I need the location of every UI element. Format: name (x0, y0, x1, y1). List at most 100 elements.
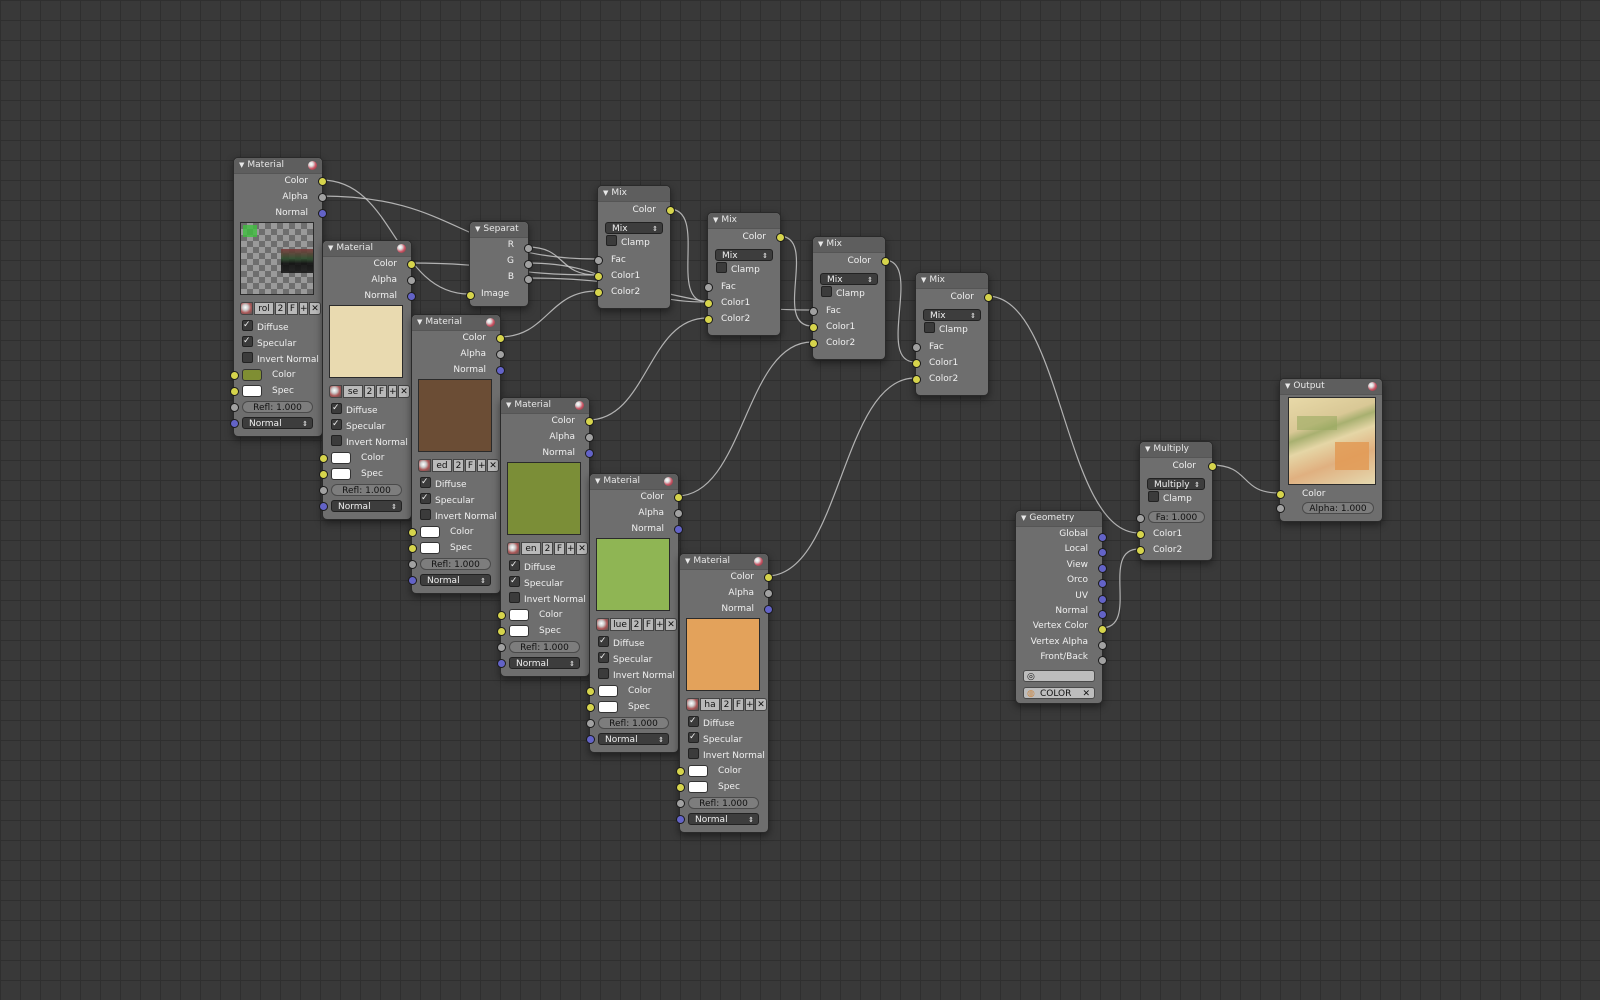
blend-mode-dropdown[interactable]: Multiply ⇕ (1147, 478, 1205, 490)
collapse-triangle-icon[interactable]: ▼ (506, 398, 511, 413)
checkbox-box[interactable] (688, 730, 699, 744)
socket-color1-in[interactable] (594, 272, 603, 281)
checkbox-box[interactable] (509, 558, 520, 572)
diffuse-checkbox[interactable]: Diffuse (242, 318, 289, 334)
diffuse-checkbox[interactable]: Diffuse (420, 475, 467, 491)
socket-alpha-in[interactable] (1276, 504, 1285, 513)
checkbox-box[interactable] (509, 574, 520, 588)
diffuse-checkbox[interactable]: Diffuse (509, 558, 556, 574)
mix-node[interactable]: ▼ Mix Color Mix ⇕ Clamp Fac Color1 Color2 (809, 236, 890, 360)
clamp-checkbox[interactable]: Clamp (716, 262, 760, 276)
socket-color-out[interactable] (881, 257, 890, 266)
node-header[interactable]: ▼ Geometry (1016, 511, 1102, 527)
socket-spec-in[interactable] (408, 544, 417, 553)
collapse-triangle-icon[interactable]: ▼ (1021, 511, 1026, 526)
socket-geometry-out[interactable] (1098, 548, 1107, 558)
refl-field[interactable]: Refl: 1.000 (420, 558, 491, 570)
material-users-count[interactable]: 2 (721, 698, 732, 711)
node-link[interactable] (986, 295, 1140, 534)
unlink-material-button[interactable]: ✕ (398, 385, 410, 398)
material-name-field[interactable]: rol (254, 302, 274, 315)
material-browse-bar[interactable]: lue 2 F + ✕ (596, 618, 677, 631)
socket-geometry-out[interactable] (1098, 594, 1107, 604)
socket-refl-in[interactable] (497, 643, 506, 652)
socket-geometry-out[interactable] (1098, 533, 1107, 542)
spec-swatch[interactable] (420, 542, 440, 554)
socket-color-out[interactable] (666, 206, 675, 215)
blend-mode-dropdown[interactable]: Mix ⇕ (715, 249, 773, 261)
mix-node[interactable]: ▼ Mix Color Mix ⇕ Clamp Fac Color1 Color2 (594, 185, 675, 309)
socket-alpha-out[interactable] (764, 589, 773, 598)
material-users-count[interactable]: 2 (275, 302, 286, 315)
node-link[interactable] (587, 317, 708, 421)
node-link[interactable] (668, 208, 708, 303)
node-header[interactable]: ▼ Material (412, 315, 500, 331)
material-users-count[interactable]: 2 (631, 618, 642, 631)
clamp-checkbox[interactable]: Clamp (1148, 491, 1192, 505)
specular-checkbox[interactable]: Specular (688, 730, 742, 746)
unlink-material-button[interactable]: ✕ (576, 542, 588, 555)
color-swatch[interactable] (420, 526, 440, 538)
uv-layer-field[interactable]: ◎ (1023, 670, 1095, 682)
material-browse-bar[interactable]: se 2 F + ✕ (329, 385, 410, 398)
specular-checkbox[interactable]: Specular (242, 334, 296, 350)
collapse-triangle-icon[interactable]: ▼ (603, 186, 608, 201)
socket-normal-in[interactable] (408, 576, 417, 585)
material-browse-icon[interactable] (418, 459, 431, 472)
socket-color1-in[interactable] (809, 323, 818, 332)
node-header[interactable]: ▼ Multiply (1140, 442, 1212, 458)
material-node[interactable]: ▼MaterialColorAlphaNormalha2F+✕DiffuseSp… (676, 553, 773, 833)
diffuse-checkbox[interactable]: Diffuse (598, 634, 645, 650)
socket-normal-out[interactable] (585, 449, 594, 458)
geometry-node[interactable]: ▼ Geometry Global Local View Orco UV Normal Vert… (1015, 510, 1107, 704)
material-browse-bar[interactable]: ha 2 F + ✕ (686, 698, 767, 711)
socket-color2-in[interactable] (912, 375, 921, 384)
socket-color-in[interactable] (1276, 490, 1285, 499)
checkbox-box[interactable] (331, 417, 342, 431)
socket-color2-in[interactable] (594, 288, 603, 297)
socket-refl-in[interactable] (319, 486, 328, 495)
checkbox-box[interactable] (420, 509, 431, 520)
diffuse-checkbox[interactable]: Diffuse (331, 401, 378, 417)
checkbox-box[interactable] (420, 491, 431, 505)
spec-swatch[interactable] (688, 781, 708, 793)
socket-color2-in[interactable] (809, 339, 818, 348)
material-preview-icon[interactable] (754, 557, 763, 566)
material-browse-icon[interactable] (507, 542, 520, 555)
checkbox-box[interactable] (331, 401, 342, 415)
invert-normal-checkbox[interactable]: Invert Normal (688, 748, 765, 762)
blend-mode-dropdown[interactable]: Mix ⇕ (605, 222, 663, 234)
specular-checkbox[interactable]: Specular (598, 650, 652, 666)
color-swatch[interactable] (598, 685, 618, 697)
refl-field[interactable]: Refl: 1.000 (598, 717, 669, 729)
fake-user-button[interactable]: F (287, 302, 298, 315)
material-preview-icon[interactable] (575, 401, 584, 410)
collapse-triangle-icon[interactable]: ▼ (818, 237, 823, 252)
refl-field[interactable]: Refl: 1.000 (242, 401, 313, 413)
node-header[interactable]: ▼ Mix (813, 237, 885, 253)
socket-color-out[interactable] (776, 233, 785, 242)
collapse-triangle-icon[interactable]: ▼ (1145, 442, 1150, 457)
node-header[interactable]: ▼ Mix (708, 213, 780, 229)
socket-geometry-out[interactable] (1098, 579, 1107, 589)
material-node[interactable]: ▼MaterialColorAlphaNormaled2F+✕DiffuseSp… (408, 314, 505, 594)
color-layer-field[interactable]: ◍ COLOR ✕ (1023, 687, 1095, 699)
material-preview-icon[interactable] (664, 477, 673, 486)
invert-normal-checkbox[interactable]: Invert Normal (331, 435, 408, 449)
new-material-button[interactable]: + (745, 698, 754, 711)
collapse-triangle-icon[interactable]: ▼ (685, 554, 690, 569)
node-link[interactable] (676, 341, 813, 497)
new-material-button[interactable]: + (388, 385, 397, 398)
checkbox-box[interactable] (716, 262, 727, 273)
clamp-checkbox[interactable]: Clamp (821, 286, 865, 300)
normal-dropdown[interactable]: Normal ⇕ (331, 500, 402, 512)
socket-geometry-out[interactable] (1098, 656, 1107, 666)
socket-color-out[interactable] (585, 417, 594, 426)
socket-alpha-out[interactable] (585, 433, 594, 442)
fac-field[interactable]: Fa: 1.000 (1148, 511, 1205, 523)
socket-color1-in[interactable] (704, 299, 713, 308)
socket-geometry-out[interactable] (1098, 625, 1107, 635)
material-node[interactable]: ▼MaterialColorAlphaNormalen2F+✕DiffuseSp… (497, 397, 594, 677)
socket-color-out[interactable] (984, 293, 993, 302)
collapse-triangle-icon[interactable]: ▼ (328, 241, 333, 256)
